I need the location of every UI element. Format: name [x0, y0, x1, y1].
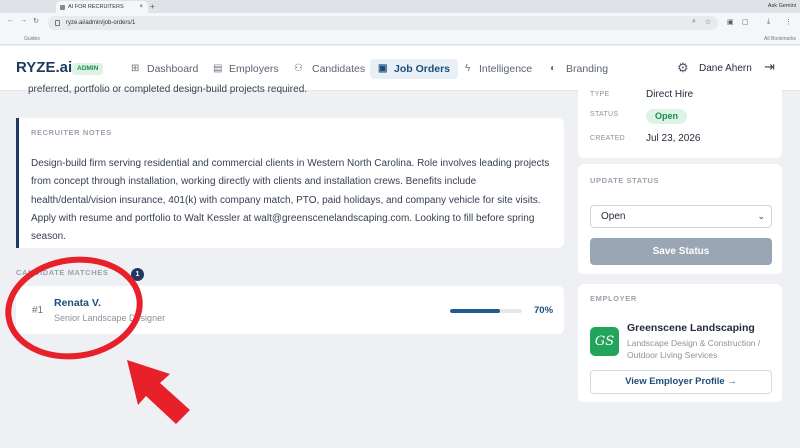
recruiter-notes-body: Design-build firm serving residential an…: [31, 158, 550, 243]
type-value: Direct Hire: [646, 89, 694, 100]
browser-toolbar: ← → ↻ ryze.ai/admin/job-orders/1 ⌕ ☆ ▣ ▢…: [0, 13, 800, 33]
status-badge: Open: [646, 109, 688, 124]
nav-label: Branding: [566, 63, 609, 75]
address-bar[interactable]: ryze.ai/admin/job-orders/1: [48, 16, 718, 30]
recruiter-notes-title: RECRUITER NOTES: [31, 128, 112, 137]
ask-gemini-button[interactable]: Ask Gemini: [768, 0, 796, 13]
update-status-title: UPDATE STATUS: [590, 176, 660, 185]
save-status-button[interactable]: Save Status: [590, 238, 772, 265]
update-status-card: UPDATE STATUS Open ⌄ Save Status: [578, 164, 782, 274]
palette-icon: ◐: [550, 63, 557, 74]
nav-label: Job Orders: [394, 63, 451, 75]
info-row-created: CREATED Jul 23, 2026: [590, 133, 780, 147]
bolt-icon: ϟ: [465, 63, 471, 74]
match-score-label: 70%: [534, 305, 554, 316]
recruiter-notes-card: RECRUITER NOTES Design-build firm servin…: [16, 118, 564, 248]
created-label: CREATED: [590, 135, 626, 142]
employer-title: EMPLOYER: [590, 294, 637, 303]
info-row-status: STATUS Open: [590, 109, 780, 124]
nav-job-orders[interactable]: ▣ Job Orders: [370, 59, 459, 79]
forward-icon[interactable]: →: [20, 17, 27, 24]
browser-tab[interactable]: AI FOR RECRUITERS ×: [56, 1, 148, 13]
info-row-type: TYPE Direct Hire: [590, 89, 780, 103]
nav-employers[interactable]: ▤ Employers: [213, 59, 279, 79]
bookmarks-bar: Guides All Bookmarks: [0, 33, 800, 45]
download-icon[interactable]: ⤓: [767, 18, 770, 26]
extensions-icon[interactable]: ▣: [727, 18, 734, 26]
nav-candidates[interactable]: ⚇ Candidates: [294, 59, 365, 79]
match-score-bar: [450, 309, 522, 313]
chevron-down-icon: ⌄: [757, 211, 765, 221]
status-label: STATUS: [590, 111, 619, 118]
sidepanel-icon[interactable]: ▢: [742, 18, 749, 26]
view-employer-profile-button[interactable]: View Employer Profile →: [590, 370, 772, 394]
bookmark-star-icon[interactable]: ☆: [705, 18, 711, 26]
building-icon: ▤: [213, 63, 223, 74]
tab-title: AI FOR RECRUITERS: [68, 4, 124, 10]
new-tab-button[interactable]: +: [150, 0, 155, 13]
bookmark-guides[interactable]: Guides: [24, 33, 40, 45]
employer-logo: GS: [590, 327, 619, 356]
admin-badge: ADMIN: [72, 63, 104, 75]
nav-label: Dashboard: [147, 63, 199, 75]
status-select[interactable]: Open ⌄: [590, 205, 772, 228]
matches-count-badge: 1: [131, 268, 144, 281]
dashboard-icon: ⊞: [131, 63, 140, 74]
candidate-matches-title: CANDIDATE MATCHES: [16, 268, 109, 277]
back-icon[interactable]: ←: [7, 17, 14, 24]
type-label: TYPE: [590, 91, 610, 98]
zoom-icon[interactable]: ⌕: [692, 18, 696, 26]
reload-icon[interactable]: ↻: [33, 17, 39, 25]
all-bookmarks[interactable]: All Bookmarks: [764, 33, 796, 45]
app-logo[interactable]: RYZE.ai: [16, 59, 72, 76]
list-item[interactable]: #1 Renata V. Senior Landscape Designer 7…: [16, 286, 564, 334]
employer-name: Greenscene Landscaping: [627, 322, 755, 334]
nav-dashboard[interactable]: ⊞ Dashboard: [131, 59, 198, 79]
nav-branding[interactable]: ◐ Branding: [550, 59, 608, 79]
tab-favicon-icon: [60, 5, 65, 10]
tab-close-icon[interactable]: ×: [139, 1, 143, 13]
url-text: ryze.ai/admin/job-orders/1: [66, 20, 136, 26]
match-rank: #1: [32, 305, 44, 316]
nav-label: Employers: [229, 63, 279, 75]
annotation-arrow: [127, 360, 190, 424]
menu-icon[interactable]: ⋮: [785, 18, 792, 26]
browser-tabstrip: AI FOR RECRUITERS × + Ask Gemini: [0, 0, 800, 13]
requirements-text: preferred, portfolio or completed design…: [28, 84, 308, 95]
job-info-card: TYPE Direct Hire STATUS Open CREATED Jul…: [578, 84, 782, 158]
user-name: Dane Ahern: [699, 63, 752, 74]
gear-icon[interactable]: ⚙: [677, 60, 689, 76]
nav-intelligence[interactable]: ϟ Intelligence: [465, 59, 532, 79]
candidate-name-link[interactable]: Renata V.: [54, 297, 101, 309]
status-select-value: Open: [601, 211, 626, 222]
people-icon: ⚇: [294, 63, 303, 74]
employer-card: EMPLOYER GS Greenscene Landscaping Lands…: [578, 284, 782, 402]
employer-description: Landscape Design & Construction / Outdoo…: [627, 338, 761, 360]
match-score-fill: [450, 309, 501, 313]
briefcase-icon: ▣: [378, 63, 388, 74]
nav-label: Candidates: [312, 63, 366, 75]
site-info-icon[interactable]: [55, 20, 60, 26]
candidate-role: Senior Landscape Designer: [54, 313, 166, 323]
created-value: Jul 23, 2026: [646, 133, 701, 144]
nav-label: Intelligence: [479, 63, 533, 75]
logout-icon[interactable]: ⇥: [764, 59, 775, 75]
